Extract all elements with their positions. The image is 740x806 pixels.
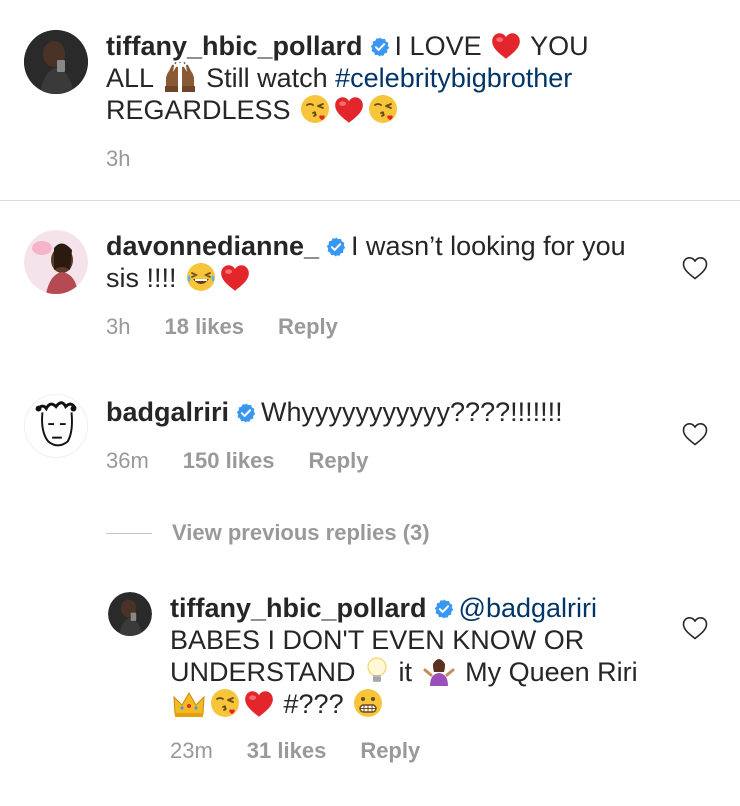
avatar[interactable]	[108, 592, 152, 636]
reply-button[interactable]: Reply	[309, 448, 369, 474]
divider	[106, 533, 152, 534]
avatar[interactable]	[24, 230, 88, 294]
hashtag-link[interactable]: #celebritybigbrother	[335, 63, 572, 93]
reply-text: tiffany_hbic_pollard @badgalriri BABES I …	[170, 593, 638, 719]
mention-link[interactable]: @badgalriri	[459, 593, 597, 623]
likes-count[interactable]: 18 likes	[164, 314, 244, 340]
view-previous-replies-button[interactable]: View previous replies (3)	[172, 520, 430, 546]
verified-badge-icon	[433, 598, 455, 620]
likes-count[interactable]: 150 likes	[183, 448, 275, 474]
heart-outline-icon[interactable]	[682, 256, 708, 280]
likes-count[interactable]: 31 likes	[247, 738, 327, 764]
comment-meta: 36m 150 likes Reply	[106, 448, 368, 474]
comment-meta: 3h 18 likes Reply	[106, 314, 338, 340]
reply-button[interactable]: Reply	[278, 314, 338, 340]
timestamp: 3h	[106, 314, 131, 339]
red-heart-emoji	[244, 690, 274, 718]
timestamp: 3h	[106, 146, 131, 171]
heart-outline-icon[interactable]	[682, 422, 708, 446]
timestamp: 23m	[170, 738, 213, 763]
red-heart-emoji	[334, 96, 364, 124]
avatar[interactable]	[24, 394, 88, 458]
heart-outline-icon[interactable]	[682, 616, 708, 640]
comment-text: davonnedianne_ I wasn’t looking for you s…	[106, 231, 626, 293]
caption-meta: 3h	[106, 146, 130, 172]
reply-username[interactable]: tiffany_hbic_pollard	[170, 593, 427, 623]
divider	[0, 200, 740, 201]
red-heart-emoji	[491, 32, 521, 60]
verified-badge-icon	[369, 36, 391, 58]
crown-emoji	[172, 690, 206, 718]
verified-badge-icon	[325, 236, 347, 258]
reply-button[interactable]: Reply	[360, 738, 420, 764]
red-heart-emoji	[220, 264, 250, 292]
crying-laughing-emoji	[186, 262, 216, 292]
lightbulb-emoji	[365, 656, 389, 686]
shrug-emoji	[422, 656, 456, 686]
avatar[interactable]	[24, 30, 88, 94]
kissing-face-emoji	[368, 94, 398, 124]
kissing-face-emoji	[300, 94, 330, 124]
raised-hands-emoji	[163, 62, 197, 92]
reply-meta: 23m 31 likes Reply	[170, 738, 420, 764]
caption-text: tiffany_hbic_pollard I LOVE YOU ALL Still…	[106, 31, 589, 125]
comment-text: badgalriri Whyyyyyyyyyyy????!!!!!!!	[106, 397, 563, 427]
kissing-face-emoji	[210, 688, 240, 718]
verified-badge-icon	[235, 402, 257, 424]
caption-username[interactable]: tiffany_hbic_pollard	[106, 31, 363, 61]
grimacing-emoji	[353, 688, 383, 718]
comment-username[interactable]: badgalriri	[106, 397, 229, 427]
timestamp: 36m	[106, 448, 149, 473]
comment-username[interactable]: davonnedianne_	[106, 231, 319, 261]
